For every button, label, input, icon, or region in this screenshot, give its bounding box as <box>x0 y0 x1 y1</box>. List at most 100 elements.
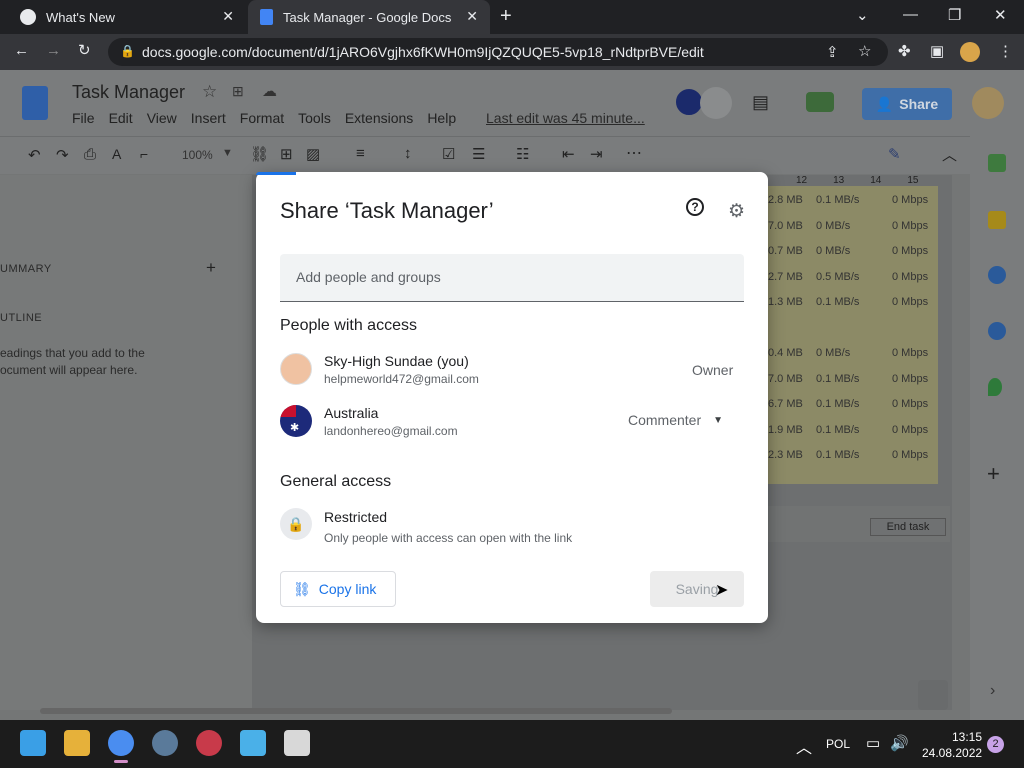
bookmark-star-icon[interactable]: ☆ <box>858 42 871 60</box>
menu-help[interactable]: Help <box>427 110 456 126</box>
share-button[interactable]: 👤 Share <box>862 88 952 120</box>
editing-mode-icon[interactable]: ✎ <box>888 145 901 163</box>
checklist-icon[interactable]: ☑ <box>442 145 455 163</box>
line-spacing-icon[interactable]: ↕ <box>404 145 412 162</box>
paint-format-icon[interactable]: ⌐ <box>140 146 148 162</box>
store-icon[interactable] <box>284 730 310 756</box>
tab-whats-new[interactable]: What's New ✕ <box>8 0 246 34</box>
grid-cell: 2.8 MB <box>768 194 803 206</box>
grid-cell: 2.3 MB <box>768 449 803 461</box>
sidebar-icon[interactable]: ▣ <box>930 42 944 60</box>
decrease-indent-icon[interactable]: ⇤ <box>562 145 575 163</box>
zoom-select[interactable]: 100% <box>182 148 213 162</box>
help-icon[interactable]: ? <box>686 198 704 216</box>
more-options-icon[interactable]: ⋯ <box>626 143 642 163</box>
menu-edit[interactable]: Edit <box>109 110 133 126</box>
settings-taskbar-icon[interactable] <box>152 730 178 756</box>
star-icon[interactable]: ☆ <box>202 82 217 102</box>
comment-bubble-avatar[interactable] <box>700 87 732 119</box>
grid-cell: 0 Mbps <box>892 449 929 461</box>
account-avatar[interactable] <box>972 87 1004 119</box>
redo-icon[interactable]: ↷ <box>56 146 69 164</box>
ruler-mark: 14 <box>870 175 882 186</box>
windows-start-icon[interactable] <box>20 730 46 756</box>
restore-icon[interactable]: ❐ <box>948 6 961 24</box>
show-hidden-icons-icon[interactable]: ︿ <box>796 734 812 758</box>
tasks-icon[interactable] <box>988 266 1006 284</box>
browser-menu-icon[interactable]: ⋮ <box>998 42 1013 60</box>
copy-link-button[interactable]: ⛓ Copy link <box>280 571 396 607</box>
menu-format[interactable]: Format <box>240 110 284 126</box>
insert-link-icon[interactable]: ⛓ <box>250 145 269 163</box>
numbered-list-icon[interactable]: ☷ <box>516 145 529 163</box>
docs-logo-icon[interactable] <box>22 86 48 120</box>
role-dropdown[interactable]: Commenter ▼ <box>628 406 740 434</box>
outline-panel: UMMARY + UTLINE eadings that you add to … <box>0 175 252 710</box>
calendar-icon[interactable] <box>988 154 1006 172</box>
close-window-icon[interactable]: ✕ <box>994 6 1007 24</box>
doc-title[interactable]: Task Manager <box>72 82 185 103</box>
expand-side-panel-icon[interactable]: › <box>990 682 995 700</box>
undo-icon[interactable]: ↶ <box>28 146 41 164</box>
meet-icon[interactable] <box>806 92 834 112</box>
notification-badge[interactable]: 2 <box>987 736 1004 753</box>
cloud-status-icon[interactable]: ☁ <box>262 82 277 100</box>
explore-icon[interactable] <box>918 680 948 710</box>
general-access-row[interactable]: 🔒 Restricted Only people with access can… <box>256 504 768 548</box>
close-tab-icon[interactable]: ✕ <box>222 8 234 25</box>
close-tab-icon[interactable]: ✕ <box>466 8 478 25</box>
settings-gear-icon[interactable]: ⚙ <box>728 200 745 223</box>
profile-avatar[interactable] <box>960 42 980 62</box>
person-row-commenter: ✱ Australia landonhereo@gmail.com Commen… <box>256 400 768 444</box>
spellcheck-icon[interactable]: A <box>112 146 121 162</box>
chrome-taskbar-icon[interactable] <box>108 730 134 756</box>
network-icon[interactable]: ▭ <box>866 734 880 752</box>
grid-cell: 0 Mbps <box>892 423 929 436</box>
last-edit-link[interactable]: Last edit was 45 minute... <box>486 110 645 126</box>
tab-search-icon[interactable]: ⌄ <box>856 6 869 24</box>
align-icon[interactable]: ≡ <box>356 145 365 162</box>
menu-extensions[interactable]: Extensions <box>345 110 413 126</box>
get-addons-icon[interactable]: + <box>987 461 1000 487</box>
docs-icon <box>260 9 273 25</box>
insert-comment-icon[interactable]: ⊞ <box>280 145 293 163</box>
forward-icon[interactable]: → <box>46 42 61 59</box>
print-icon[interactable]: ⎙ <box>84 146 96 163</box>
horizontal-scrollbar[interactable] <box>40 708 672 714</box>
share-page-icon[interactable]: ⇪ <box>826 43 839 61</box>
tab-task-manager[interactable]: Task Manager - Google Docs ✕ <box>248 0 490 34</box>
chevron-down-icon[interactable]: ▼ <box>222 147 233 159</box>
back-icon[interactable]: ← <box>14 42 29 59</box>
grid-cell: 0 Mbps <box>892 270 929 283</box>
add-people-input[interactable]: Add people and groups <box>280 254 744 302</box>
insert-image-icon[interactable]: ▨ <box>306 145 320 163</box>
volume-icon[interactable]: 🔊 <box>890 734 909 752</box>
new-tab-icon[interactable]: + <box>500 5 512 28</box>
menu-insert[interactable]: Insert <box>191 110 226 126</box>
notepad-icon[interactable] <box>240 730 266 756</box>
contacts-icon[interactable] <box>988 322 1006 340</box>
menu-view[interactable]: View <box>147 110 177 126</box>
collapse-toolbar-icon[interactable]: ︿ <box>942 144 957 165</box>
keep-icon[interactable] <box>988 211 1006 229</box>
end-task-button[interactable]: End task <box>870 518 946 536</box>
menu-file[interactable]: File <box>72 110 95 126</box>
bulleted-list-icon[interactable]: ☰ <box>472 145 485 163</box>
comments-icon[interactable]: ▤ <box>752 92 769 113</box>
clock-date[interactable]: 24.08.2022 <box>922 746 982 760</box>
add-summary-icon[interactable]: + <box>206 258 216 278</box>
saving-button[interactable]: Saving <box>650 571 744 607</box>
reload-icon[interactable]: ↻ <box>78 41 91 59</box>
extensions-icon[interactable]: ✤ <box>898 42 911 60</box>
clock-time[interactable]: 13:15 <box>948 730 982 744</box>
minimize-icon[interactable]: — <box>903 6 918 23</box>
maps-icon[interactable] <box>988 378 1002 396</box>
file-explorer-icon[interactable] <box>64 730 90 756</box>
grid-cell: 7.0 MB <box>768 219 803 232</box>
address-bar[interactable]: 🔒 docs.google.com/document/d/1jARO6Vgjhx… <box>108 38 888 66</box>
menu-tools[interactable]: Tools <box>298 110 331 126</box>
move-folder-icon[interactable]: ⊞ <box>232 83 244 100</box>
snipping-tool-icon[interactable] <box>196 730 222 756</box>
increase-indent-icon[interactable]: ⇥ <box>590 145 603 163</box>
language-indicator[interactable]: POL <box>826 737 850 751</box>
